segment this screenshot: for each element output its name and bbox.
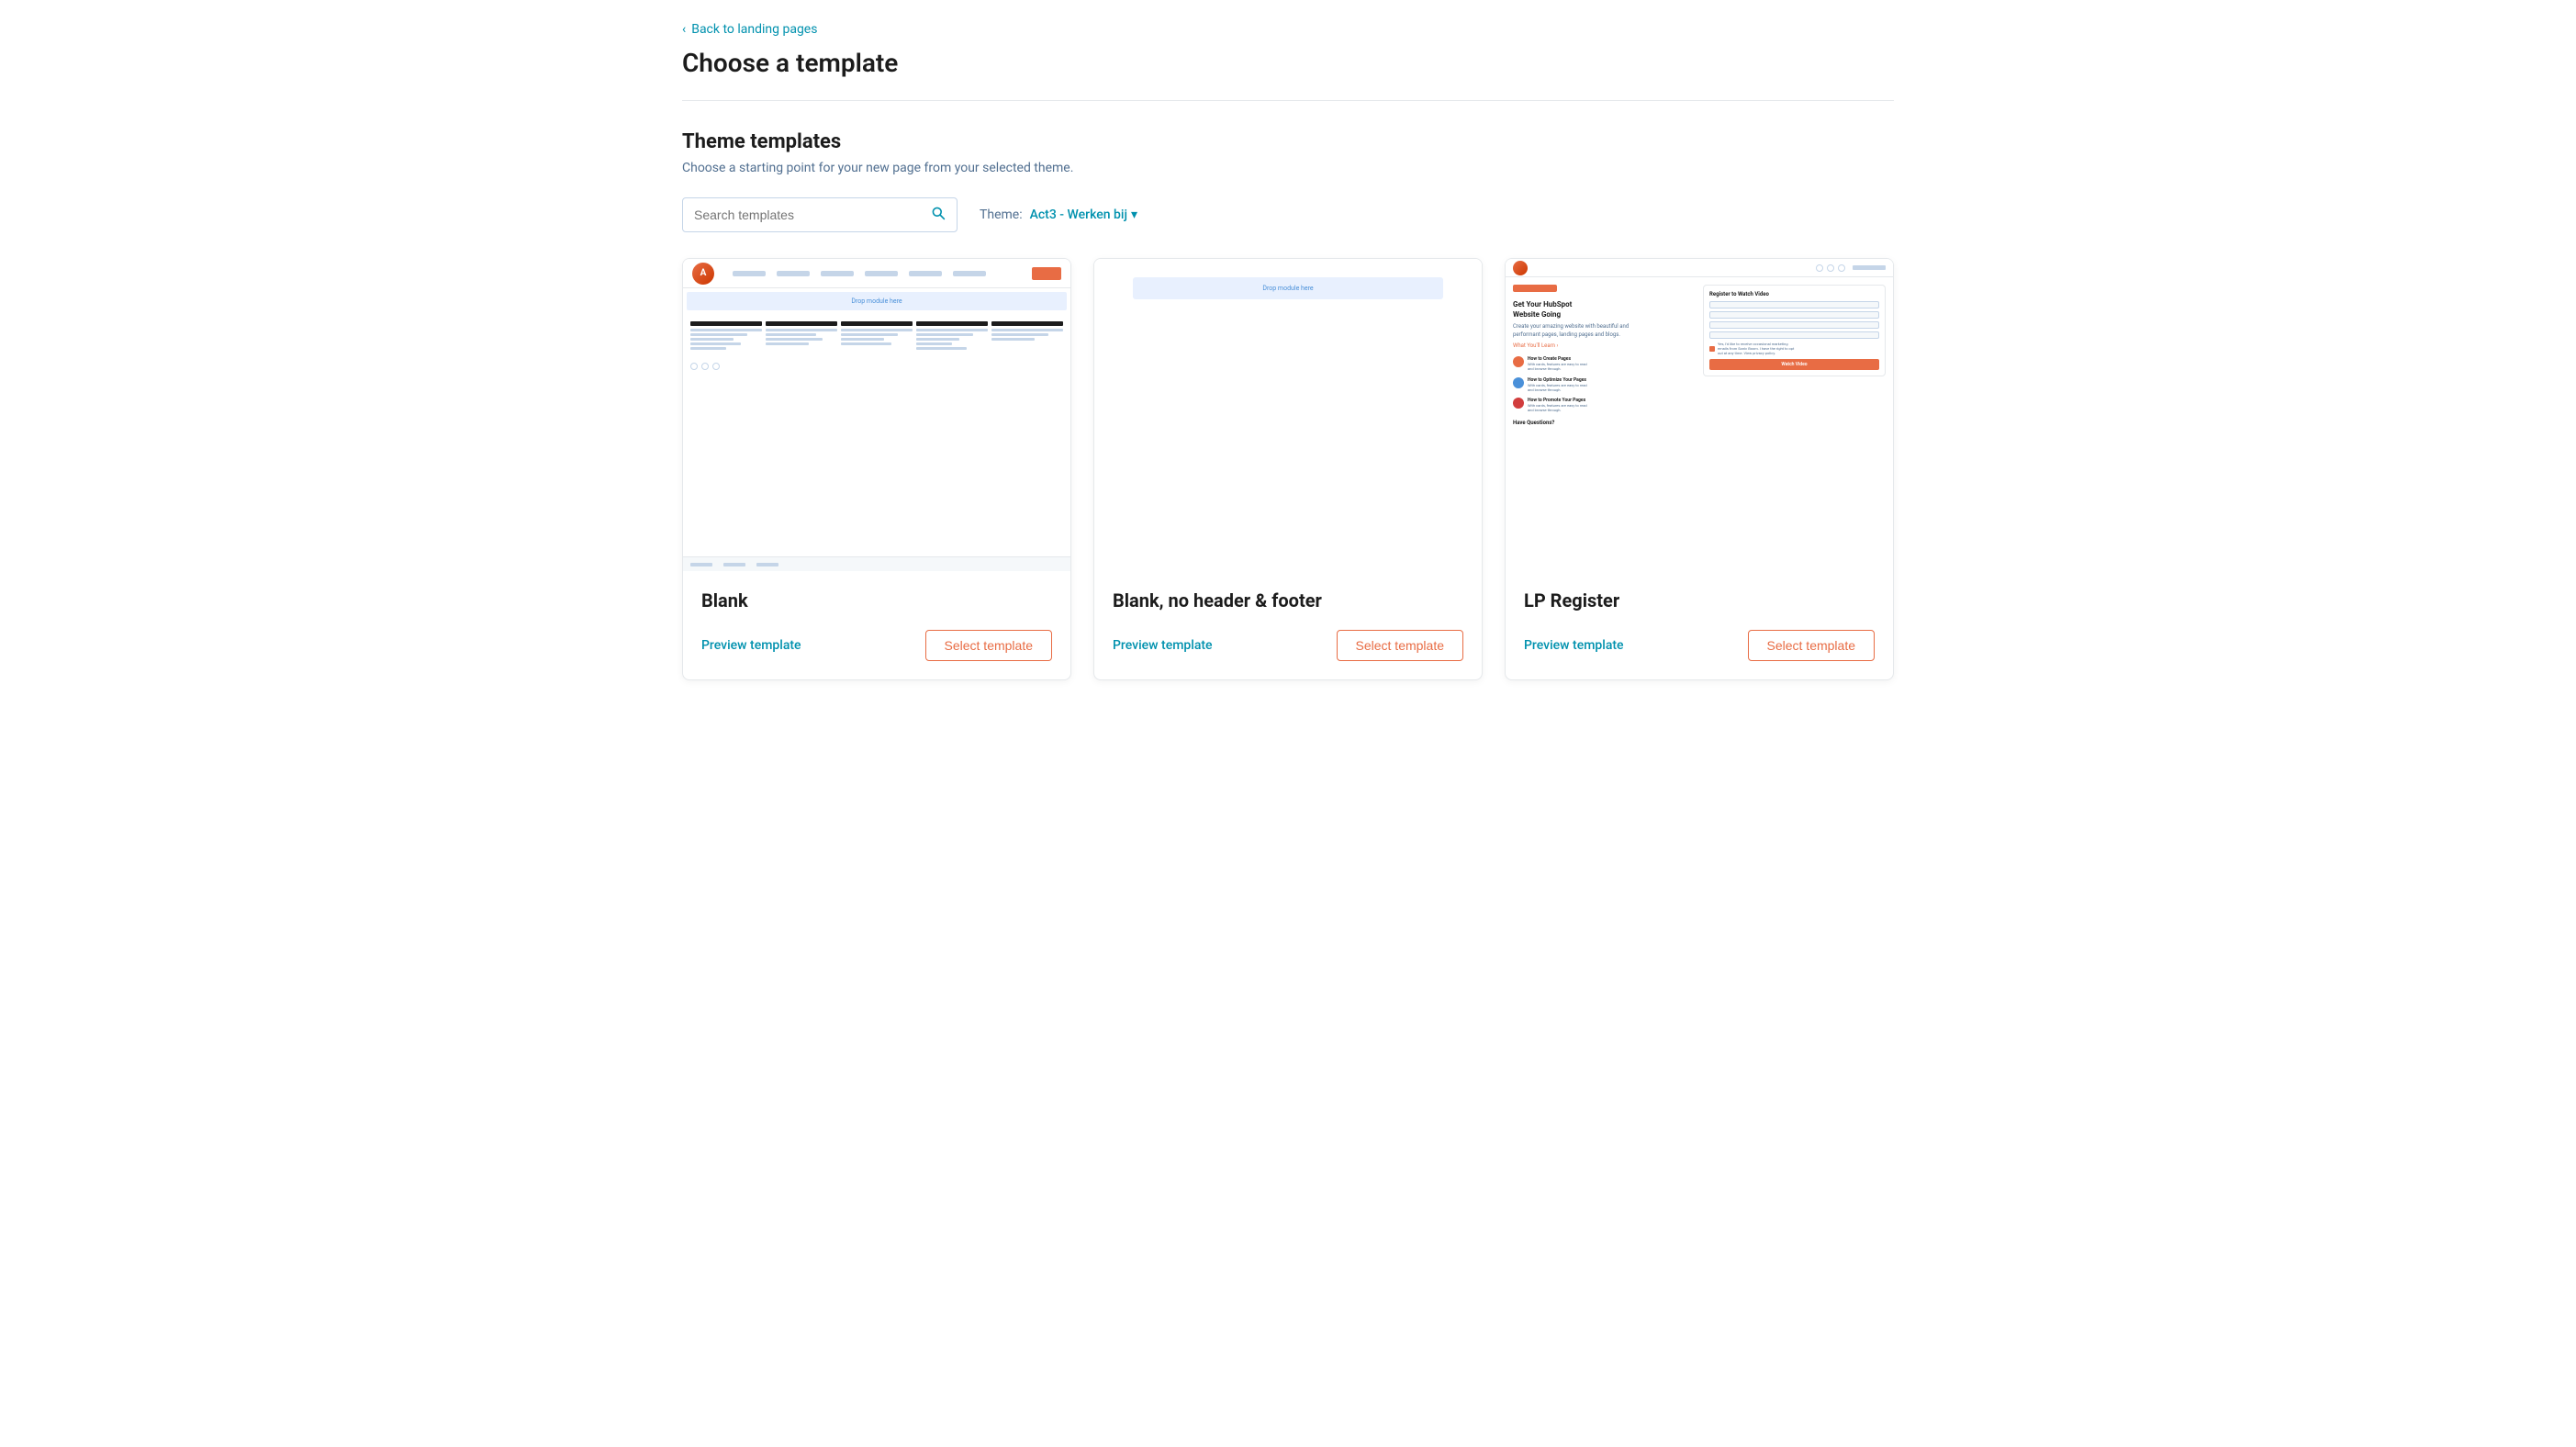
template-actions: Preview template Select template — [1113, 630, 1463, 661]
section-title: Theme templates — [682, 130, 1894, 153]
filter-row: Theme: Act3 - Werken bij ▾ — [682, 197, 1894, 232]
search-icon — [931, 206, 946, 224]
select-template-button[interactable]: Select template — [925, 630, 1053, 661]
template-actions: Preview template Select template — [1524, 630, 1875, 661]
template-name: Blank — [701, 589, 1052, 611]
select-template-button[interactable]: Select template — [1337, 630, 1464, 661]
template-info: Blank Preview template Select template — [683, 571, 1070, 679]
chevron-down-icon: ▾ — [1131, 208, 1137, 222]
theme-selector: Theme: Act3 - Werken bij ▾ — [980, 208, 1137, 222]
divider — [682, 100, 1894, 101]
template-info: LP Register Preview template Select temp… — [1506, 571, 1893, 679]
theme-label: Theme: — [980, 208, 1023, 222]
theme-selected-name: Act3 - Werken bij — [1030, 208, 1127, 222]
template-info: Blank, no header & footer Preview templa… — [1094, 571, 1482, 679]
section-subtitle: Choose a starting point for your new pag… — [682, 161, 1894, 175]
page-wrapper: ‹ Back to landing pages Choose a templat… — [645, 0, 1931, 702]
template-card: Get Your HubSpotWebsite Going Create you… — [1505, 258, 1894, 680]
templates-grid: A Drop module here — [682, 258, 1894, 680]
template-preview-blank-simple: Drop module here — [1094, 259, 1482, 571]
template-preview-lp-register: Get Your HubSpotWebsite Going Create you… — [1506, 259, 1893, 571]
page-title: Choose a template — [682, 48, 1894, 78]
search-input[interactable] — [694, 208, 924, 222]
select-template-button[interactable]: Select template — [1748, 630, 1876, 661]
preview-link[interactable]: Preview template — [1113, 638, 1213, 653]
preview-link[interactable]: Preview template — [1524, 638, 1624, 653]
chevron-left-icon: ‹ — [682, 22, 686, 37]
theme-dropdown[interactable]: Act3 - Werken bij ▾ — [1030, 208, 1137, 222]
template-card: A Drop module here — [682, 258, 1071, 680]
template-name: LP Register — [1524, 589, 1875, 611]
template-name: Blank, no header & footer — [1113, 589, 1463, 611]
back-link-label: Back to landing pages — [691, 22, 817, 37]
template-actions: Preview template Select template — [701, 630, 1052, 661]
preview-link[interactable]: Preview template — [701, 638, 801, 653]
template-card: Drop module here Blank, no header & foot… — [1093, 258, 1483, 680]
back-link[interactable]: ‹ Back to landing pages — [682, 22, 817, 37]
template-preview-blank: A Drop module here — [683, 259, 1070, 571]
search-box — [682, 197, 958, 232]
